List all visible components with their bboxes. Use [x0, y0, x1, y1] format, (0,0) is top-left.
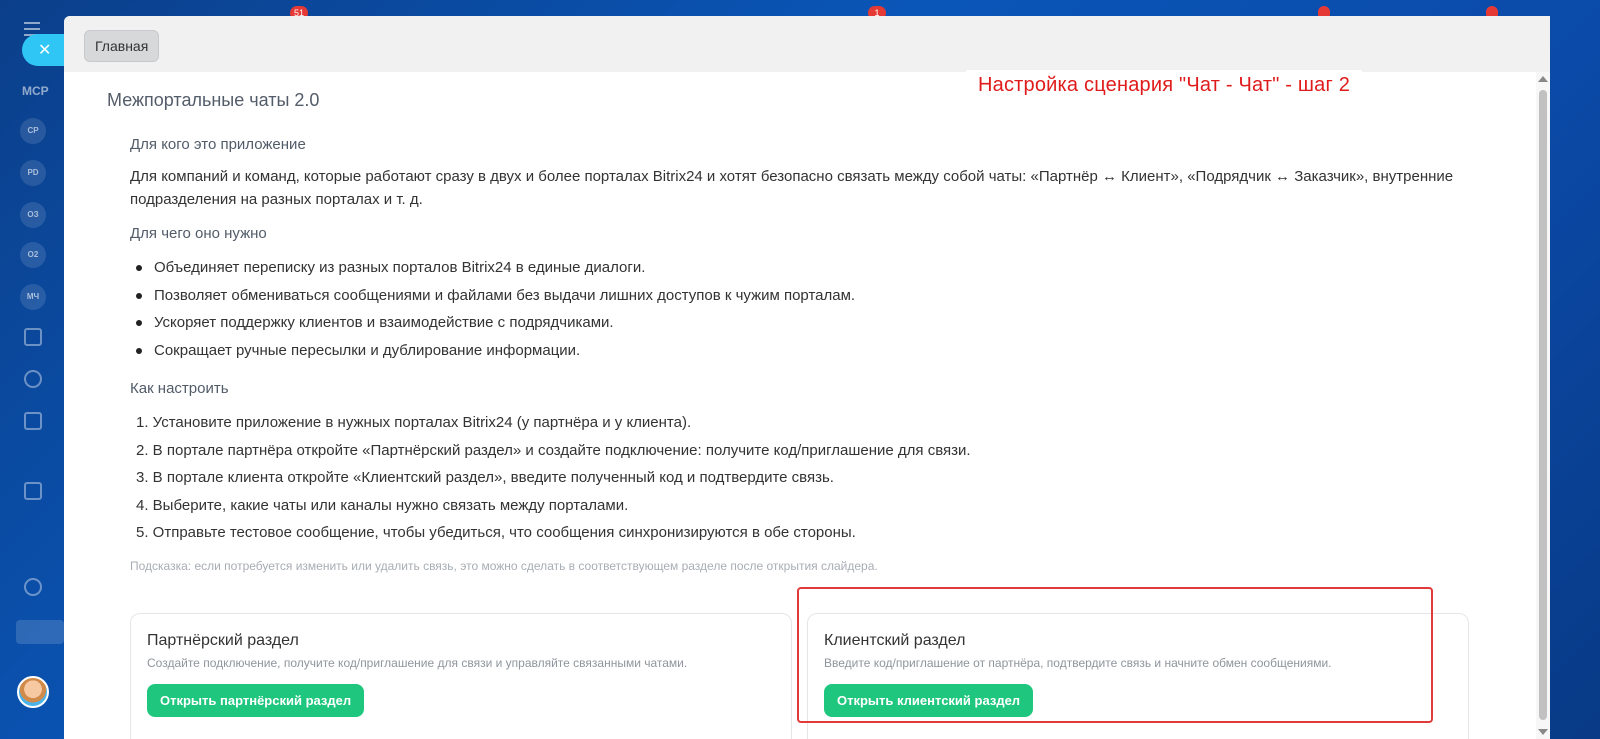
annotation-label: Настройка сценария "Чат - Чат" - шаг 2 — [966, 70, 1363, 101]
partner-card-title: Партнёрский раздел — [147, 632, 299, 649]
list-item: 2. В портале партнёра откройте «Партнёрс… — [136, 441, 971, 459]
who-section-text: Для компаний и команд, которые работают … — [130, 168, 1454, 208]
how-steps-list: 1. Установите приложение в нужных портал… — [130, 409, 1490, 547]
sidebar-item[interactable]: ОЗ — [20, 202, 46, 228]
scroll-down-arrow-icon[interactable] — [1538, 729, 1548, 735]
market-icon[interactable] — [24, 482, 42, 500]
scrollbar[interactable] — [1536, 72, 1550, 739]
list-item: 5. Отправьте тестовое сообщение, чтобы у… — [136, 524, 856, 541]
app-description: Для кого это приложение Для компаний и к… — [130, 136, 1490, 573]
app-slider: Главная Настройка сценария "Чат - Чат" -… — [64, 16, 1550, 739]
target-icon[interactable] — [24, 370, 42, 388]
list-item: 3. В портале клиента откройте «Клиентски… — [136, 469, 834, 486]
client-card-desc: Введите код/приглашение от партнёра, под… — [824, 656, 1332, 670]
open-client-section-button[interactable]: Открыть клиентский раздел — [824, 684, 1034, 717]
sidebar-item[interactable]: О2 — [20, 242, 46, 268]
partner-card-desc: Создайте подключение, получите код/пригл… — [147, 656, 688, 670]
open-partner-section-button[interactable]: Открыть партнёрский раздел — [147, 684, 365, 717]
sidebar-label: МСР — [22, 84, 49, 98]
sidebar-item[interactable]: PD — [20, 160, 46, 186]
list-item: Сокращает ручные пересылки и дублировани… — [130, 337, 1490, 365]
cart-icon[interactable] — [24, 412, 42, 430]
why-section-title: Для чего оно нужно — [130, 225, 267, 242]
list-item: 4. Выберите, какие чаты или каналы нужно… — [136, 496, 629, 514]
close-icon: ✕ — [38, 42, 52, 59]
client-card-title: Клиентский раздел — [824, 632, 966, 649]
user-avatar[interactable] — [17, 676, 49, 708]
list-item: Объединяет переписку из разных порталов … — [130, 254, 1490, 282]
scroll-up-arrow-icon[interactable] — [1538, 76, 1548, 82]
background-bar — [16, 620, 64, 644]
partner-card: Партнёрский раздел Создайте подключение,… — [130, 613, 792, 739]
sidebar-item[interactable]: МЧ — [20, 284, 46, 310]
who-section-title: Для кого это приложение — [130, 136, 306, 153]
how-section-title: Как настроить — [130, 380, 229, 397]
sidebar-item[interactable]: СР — [20, 118, 46, 144]
home-tab[interactable]: Главная — [84, 30, 160, 62]
page-title: Межпортальные чаты 2.0 — [107, 90, 320, 110]
scrollbar-thumb[interactable] — [1539, 90, 1547, 720]
slider-header: Главная — [64, 16, 1550, 72]
hint-text: Подсказка: если потребуется изменить или… — [130, 558, 878, 573]
list-item: 1. Установите приложение в нужных портал… — [136, 414, 692, 431]
building-icon[interactable] — [24, 328, 42, 346]
why-list: Объединяет переписку из разных порталов … — [130, 254, 1490, 364]
list-item: Ускоряет поддержку клиентов и взаимодейс… — [130, 309, 1490, 337]
client-card: Клиентский раздел Введите код/приглашени… — [807, 613, 1469, 739]
settings-icon[interactable] — [24, 578, 42, 596]
list-item: Позволяет обмениваться сообщениями и фай… — [130, 282, 1490, 310]
section-cards: Партнёрский раздел Создайте подключение,… — [130, 613, 1470, 739]
